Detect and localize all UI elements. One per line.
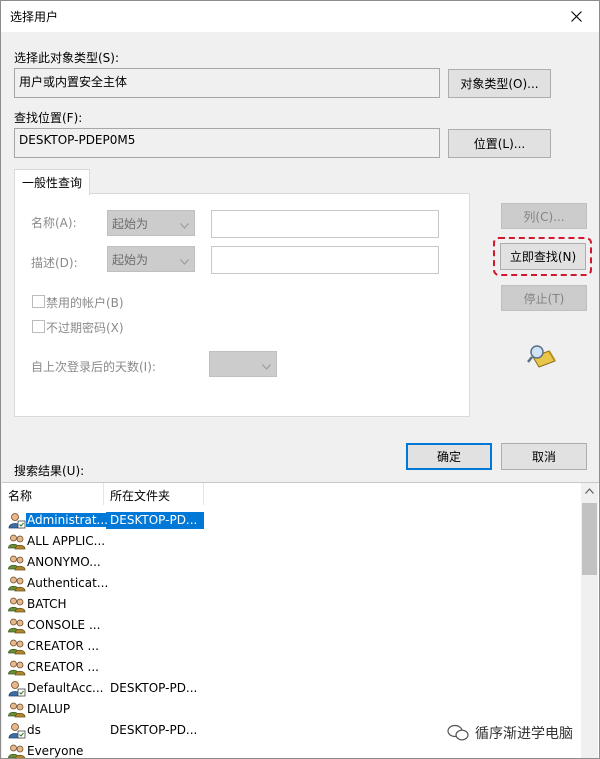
group-icon [8, 596, 26, 613]
table-row[interactable]: Everyone [2, 741, 582, 758]
row-name: Authenticat... [27, 576, 109, 590]
stop-button[interactable]: 停止(T) [501, 285, 587, 311]
location-label: 查找位置(F): [14, 111, 83, 125]
table-row[interactable]: ALL APPLIC... [2, 531, 582, 552]
group-icon [8, 638, 26, 655]
user-icon [8, 722, 26, 739]
chevron-down-icon [180, 218, 189, 232]
watermark: 循序渐进学电脑 [447, 723, 573, 743]
ok-button[interactable]: 确定 [406, 443, 492, 470]
close-icon[interactable] [557, 1, 595, 31]
days-since-logon-label: 自上次登录后的天数(I): [31, 360, 156, 374]
row-name: DIALUP [27, 702, 71, 716]
window-title: 选择用户 [10, 10, 59, 24]
vertical-scrollbar[interactable] [581, 483, 598, 758]
non-expiring-password-label: 不过期密码(X) [46, 321, 124, 335]
description-mode-value: 起始为 [112, 253, 149, 267]
group-icon [8, 701, 26, 718]
name-input[interactable] [211, 210, 439, 238]
find-now-button[interactable]: 立即查找(N) [500, 243, 586, 270]
table-row[interactable]: BATCH [2, 594, 582, 615]
name-label: 名称(A): [31, 216, 77, 230]
object-type-label: 选择此对象类型(S): [14, 51, 120, 65]
table-row[interactable]: ANONYMO... [2, 552, 582, 573]
watermark-text: 循序渐进学电脑 [475, 726, 573, 742]
row-name: ds [27, 723, 41, 737]
locations-button[interactable]: 位置(L)... [448, 129, 551, 158]
table-row[interactable]: Administrat... DESKTOP-PD... [2, 510, 582, 531]
description-mode-select[interactable]: 起始为 [107, 246, 195, 272]
row-folder: DESKTOP-PD... [110, 681, 198, 695]
name-mode-value: 起始为 [112, 217, 149, 231]
name-mode-select[interactable]: 起始为 [107, 210, 195, 236]
group-icon [8, 617, 26, 634]
row-name: CONSOLE ... [27, 618, 101, 632]
disabled-accounts-label: 禁用的帐户(B) [46, 296, 124, 310]
row-folder: DESKTOP-PD... [110, 513, 198, 527]
object-types-button[interactable]: 对象类型(O)... [448, 69, 551, 98]
user-icon [8, 512, 26, 529]
description-input[interactable] [211, 246, 439, 274]
cancel-button[interactable]: 取消 [501, 443, 587, 470]
location-field: DESKTOP-PDEP0M5 [14, 128, 440, 158]
table-row[interactable]: Authenticat... [2, 573, 582, 594]
row-name: Administrat... [26, 513, 109, 527]
columns-button[interactable]: 列(C)... [501, 203, 587, 229]
row-folder: DESKTOP-PD... [110, 723, 198, 737]
table-row[interactable]: CREATOR ... [2, 657, 582, 678]
title-bar: 选择用户 [1, 1, 599, 32]
group-icon [8, 533, 26, 550]
user-icon [8, 680, 26, 697]
select-users-dialog: 选择用户 选择此对象类型(S): 用户或内置安全主体 对象类型(O)... 查找… [0, 0, 600, 759]
row-name: ALL APPLIC... [27, 534, 106, 548]
group-icon [8, 554, 26, 571]
table-row[interactable]: CREATOR ... [2, 636, 582, 657]
group-icon [8, 575, 26, 592]
column-header-folder[interactable]: 所在文件夹 [104, 483, 204, 505]
row-name: Everyone [27, 744, 84, 758]
row-name: BATCH [27, 597, 67, 611]
disabled-accounts-checkbox[interactable] [32, 295, 45, 308]
row-name: CREATOR ... [27, 639, 99, 653]
row-name: CREATOR ... [27, 660, 99, 674]
wechat-icon [447, 724, 469, 741]
scrollbar-thumb[interactable] [582, 503, 597, 575]
table-row[interactable]: DefaultAcc... DESKTOP-PD... [2, 678, 582, 699]
chevron-down-icon [180, 254, 189, 268]
scroll-up-icon[interactable] [585, 488, 594, 494]
table-row[interactable]: DIALUP [2, 699, 582, 720]
object-type-field: 用户或内置安全主体 [14, 68, 440, 98]
row-name: DefaultAcc... [27, 681, 104, 695]
search-results-label: 搜索结果(U): [14, 464, 85, 478]
description-label: 描述(D): [31, 256, 78, 270]
search-results-list[interactable]: 名称 所在文件夹 Administrat... DESKTOP-PD... ALL … [2, 482, 599, 758]
group-icon [8, 659, 26, 676]
common-queries-panel: 名称(A): 起始为 描述(D): 起始为 禁用的帐户(B) 不过期密码(X) … [14, 193, 470, 417]
row-name: ANONYMO... [27, 555, 101, 569]
table-row[interactable]: CONSOLE ... [2, 615, 582, 636]
group-icon [8, 743, 26, 758]
days-since-logon-select[interactable] [209, 351, 277, 377]
chevron-down-icon [262, 359, 271, 373]
non-expiring-password-checkbox[interactable] [32, 320, 45, 333]
search-flashlight-icon [527, 343, 559, 369]
tab-common-queries[interactable]: 一般性查询 [14, 169, 90, 195]
column-header-name[interactable]: 名称 [2, 483, 104, 505]
